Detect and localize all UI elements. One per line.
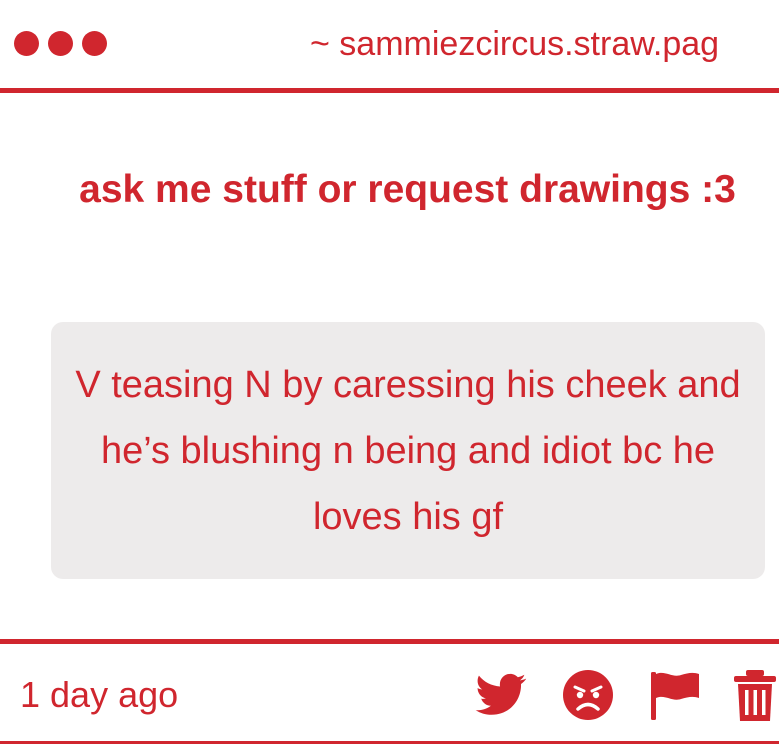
footer-divider (0, 639, 779, 644)
window-menu-dots[interactable] (14, 31, 107, 56)
page-url[interactable]: ~ sammiezcircus.straw.pag (310, 22, 719, 66)
bottom-border (0, 741, 779, 744)
timestamp: 1 day ago (20, 674, 179, 715)
question-card: V teasing N by caressing his cheek and h… (51, 322, 765, 579)
trash-icon[interactable] (730, 668, 779, 722)
header-divider (0, 88, 779, 93)
page-title: ask me stuff or request drawings :3 (79, 168, 736, 211)
menu-dot (82, 31, 107, 56)
menu-dot (48, 31, 73, 56)
flag-icon[interactable] (648, 668, 702, 722)
top-bar: ~ sammiezcircus.straw.pag (0, 0, 779, 88)
question-text: V teasing N by caressing his cheek and h… (75, 363, 741, 538)
twitter-icon[interactable] (474, 668, 528, 722)
menu-dot (14, 31, 39, 56)
angry-face-icon[interactable] (561, 668, 615, 722)
